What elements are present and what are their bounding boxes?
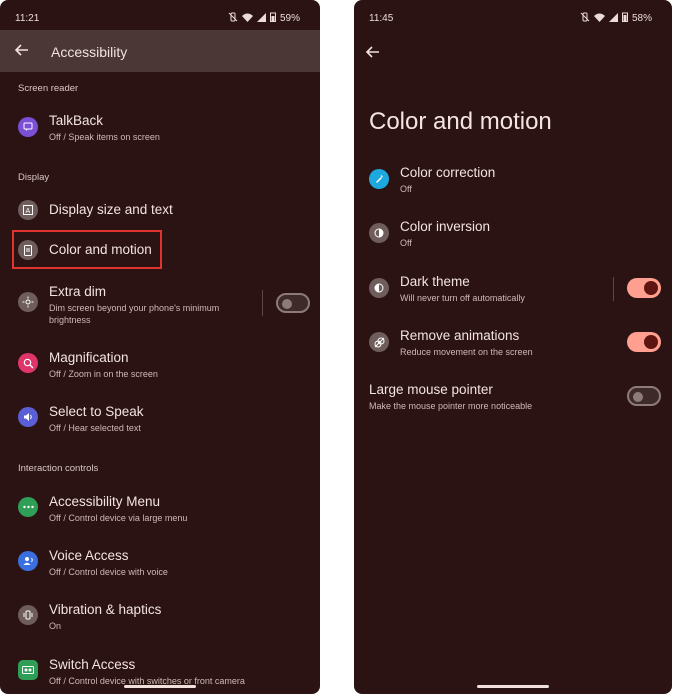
- list-item-remove-animations[interactable]: Remove animations Reduce movement on the…: [354, 327, 672, 367]
- color-correction-icon: [369, 169, 389, 189]
- item-subtitle: Off / Control device with voice: [49, 567, 168, 577]
- accessibility-screen: 11:21 59% Accessibility Screen reader Ta…: [0, 0, 320, 694]
- item-subtitle: Off / Zoom in on the screen: [49, 369, 158, 379]
- magnification-icon: [18, 353, 38, 373]
- wifi-icon: [593, 13, 605, 25]
- list-item-color-inversion[interactable]: Color inversion Off: [354, 218, 672, 258]
- talkback-icon: [18, 117, 38, 137]
- item-subtitle: Off / Control device via large menu: [49, 513, 188, 523]
- item-subtitle-line2: brightness: [49, 315, 91, 325]
- section-display: Display: [18, 172, 50, 183]
- item-label: Display size and text: [49, 202, 173, 217]
- list-item-select-to-speak[interactable]: Select to Speak Off / Hear selected text: [0, 403, 320, 443]
- item-subtitle: Dim screen beyond your phone's minimum: [49, 303, 220, 313]
- item-subtitle: Will never turn off automatically: [400, 293, 525, 303]
- battery-percent: 58%: [631, 13, 652, 24]
- wifi-icon: [241, 13, 253, 25]
- highlight-box: [12, 230, 162, 269]
- item-label: Accessibility Menu: [49, 494, 161, 509]
- list-item-large-mouse-pointer[interactable]: Large mouse pointer Make the mouse point…: [354, 381, 672, 421]
- svg-text:A: A: [26, 208, 31, 215]
- item-label: Select to Speak: [49, 404, 144, 419]
- item-subtitle: On: [49, 621, 62, 631]
- section-interaction-controls: Interaction controls: [18, 463, 99, 474]
- color-inversion-icon: [369, 223, 389, 243]
- item-subtitle: Off: [400, 184, 412, 194]
- voice-access-icon: [18, 551, 38, 571]
- item-label: Color inversion: [400, 219, 491, 234]
- signal-icon: [608, 12, 618, 25]
- vibration-icon: [18, 605, 38, 625]
- item-subtitle: Reduce movement on the screen: [400, 347, 533, 357]
- item-label: Dark theme: [400, 274, 470, 289]
- status-time: 11:21: [15, 13, 40, 24]
- list-item-extra-dim[interactable]: Extra dim Dim screen beyond your phone's…: [0, 282, 320, 330]
- list-item-dark-theme[interactable]: Dark theme Will never turn off automatic…: [354, 273, 672, 313]
- page-title: Color and motion: [369, 108, 552, 135]
- gesture-nav-bar[interactable]: [477, 685, 549, 688]
- speaker-icon: [18, 407, 38, 427]
- battery-percent: 59%: [279, 13, 300, 24]
- list-item-voice-access[interactable]: Voice Access Off / Control device with v…: [0, 547, 320, 587]
- color-motion-screen: 11:45 58% Color and motion Color correct…: [354, 0, 672, 694]
- divider: [262, 290, 263, 316]
- item-label: Voice Access: [49, 548, 129, 563]
- item-label: Extra dim: [49, 284, 107, 299]
- dark-theme-toggle[interactable]: [627, 278, 661, 298]
- list-item-accessibility-menu[interactable]: Accessibility Menu Off / Control device …: [0, 493, 320, 533]
- battery-icon: [621, 12, 628, 25]
- item-label: Large mouse pointer: [369, 382, 493, 397]
- signal-icon: [256, 12, 266, 25]
- item-subtitle: Off / Hear selected text: [49, 423, 141, 433]
- item-label: Color correction: [400, 165, 496, 180]
- status-icons: 58%: [580, 12, 652, 25]
- list-item-talkback[interactable]: TalkBack Off / Speak items on screen: [0, 112, 320, 152]
- toggle-knob: [644, 281, 658, 295]
- toggle-knob: [644, 335, 658, 349]
- vibrate-off-icon: [580, 12, 590, 25]
- status-icons: 59%: [228, 12, 300, 25]
- text-size-icon: A: [18, 200, 38, 220]
- item-label: TalkBack: [49, 113, 104, 128]
- gesture-nav-bar[interactable]: [124, 685, 196, 688]
- dark-theme-icon: [369, 278, 389, 298]
- brightness-icon: [18, 292, 38, 312]
- switch-access-icon: [18, 660, 38, 680]
- large-pointer-toggle[interactable]: [627, 386, 661, 406]
- list-item-magnification[interactable]: Magnification Off / Zoom in on the scree…: [0, 349, 320, 389]
- remove-animations-icon: [369, 332, 389, 352]
- section-screen-reader: Screen reader: [18, 83, 79, 94]
- item-label: Switch Access: [49, 657, 136, 672]
- menu-dots-icon: [18, 497, 38, 517]
- app-bar: Accessibility: [0, 30, 320, 72]
- battery-icon: [269, 12, 276, 25]
- back-arrow-icon[interactable]: [14, 42, 30, 58]
- status-bar: 11:45 58%: [354, 0, 672, 36]
- item-label: Vibration & haptics: [49, 602, 162, 617]
- item-label: Remove animations: [400, 328, 520, 343]
- extra-dim-toggle[interactable]: [276, 293, 310, 313]
- status-time: 11:45: [369, 13, 394, 24]
- toggle-knob: [282, 299, 292, 309]
- item-label: Magnification: [49, 350, 129, 365]
- vibrate-off-icon: [228, 12, 238, 25]
- item-subtitle: Make the mouse pointer more noticeable: [369, 401, 533, 411]
- divider: [613, 277, 614, 301]
- toggle-knob: [633, 392, 643, 402]
- list-item-vibration[interactable]: Vibration & haptics On: [0, 601, 320, 641]
- item-subtitle: Off: [400, 238, 412, 248]
- list-item-color-correction[interactable]: Color correction Off: [354, 164, 672, 204]
- item-subtitle: Off / Speak items on screen: [49, 132, 160, 142]
- back-arrow-icon[interactable]: [365, 44, 381, 60]
- list-item-switch-access[interactable]: Switch Access Off / Control device with …: [0, 656, 320, 694]
- remove-animations-toggle[interactable]: [627, 332, 661, 352]
- page-title: Accessibility: [51, 44, 128, 60]
